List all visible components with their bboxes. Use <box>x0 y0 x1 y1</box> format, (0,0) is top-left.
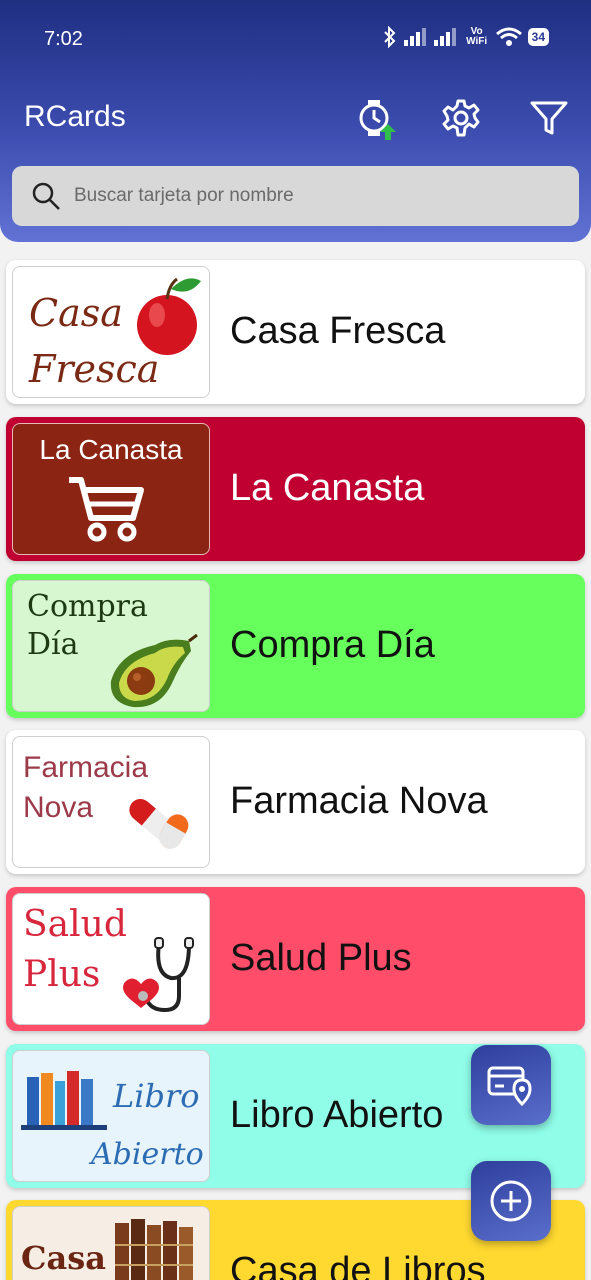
settings-button[interactable] <box>439 96 483 140</box>
card-name: Farmacia Nova <box>230 780 488 822</box>
stethoscope-icon <box>123 937 194 1013</box>
logo-text: La Canasta <box>39 434 183 465</box>
apple-icon <box>137 277 201 355</box>
logo-text: Plus <box>23 954 101 995</box>
books-icon <box>21 1071 107 1130</box>
bluetooth-icon <box>383 26 396 48</box>
logo-text: Casa <box>21 1239 106 1277</box>
add-card-button[interactable] <box>471 1161 551 1241</box>
filter-icon <box>530 101 568 135</box>
card-locations-button[interactable] <box>471 1045 551 1125</box>
pills-icon <box>129 798 189 849</box>
status-bar: 7:02 Vo WiFi 34 <box>0 22 591 56</box>
app-title: RCards <box>24 100 126 133</box>
card-la-canasta[interactable]: La Canasta La Canasta <box>6 417 585 561</box>
logo-text: Día <box>27 627 79 662</box>
card-farmacia-nova[interactable]: Farmacia Nova Farmacia Nova <box>6 730 585 874</box>
card-name: Compra Día <box>230 624 435 666</box>
logo-text: Casa <box>29 291 123 335</box>
card-salud-plus[interactable]: Salud Plus Salud Plus <box>6 887 585 1031</box>
logo-text: Abierto <box>91 1137 204 1172</box>
signal-icon <box>433 28 456 46</box>
app-header: 7:02 Vo WiFi 34 RCards <box>0 0 591 242</box>
search-bar[interactable] <box>12 166 579 226</box>
search-input[interactable] <box>74 185 554 207</box>
card-logo: Compra Día <box>12 580 210 712</box>
card-compra-dia[interactable]: Compra Día Compra Día <box>6 574 585 718</box>
old-books-icon <box>115 1219 193 1280</box>
card-name: La Canasta <box>230 467 425 509</box>
card-logo: Casa <box>12 1206 210 1280</box>
signal-icon <box>403 28 426 46</box>
wifi-icon <box>495 27 522 46</box>
battery-indicator: 34 <box>527 28 549 46</box>
card-name: Casa de Libros <box>230 1250 486 1280</box>
card-casa-fresca[interactable]: Casa Fresca Casa Fresca <box>6 260 585 404</box>
card-location-icon <box>487 1066 532 1107</box>
watch-sync-button[interactable] <box>354 96 398 140</box>
logo-text: Nova <box>23 791 94 824</box>
logo-text: Compra <box>27 589 148 624</box>
vowifi-label: Vo WiFi <box>466 26 488 47</box>
logo-text: Farmacia <box>23 751 149 784</box>
status-icons: Vo WiFi 34 <box>382 26 549 48</box>
add-icon <box>490 1180 532 1222</box>
avocado-icon <box>110 633 198 708</box>
card-name: Libro Abierto <box>230 1094 444 1136</box>
status-time: 7:02 <box>44 28 83 50</box>
card-logo: Libro Abierto <box>12 1050 210 1182</box>
watch-sync-icon <box>359 100 396 140</box>
card-name: Salud Plus <box>230 937 412 979</box>
card-logo: La Canasta <box>12 423 210 555</box>
card-name: Casa Fresca <box>230 310 446 352</box>
card-logo: Farmacia Nova <box>12 736 210 868</box>
filter-button[interactable] <box>527 96 571 140</box>
search-icon <box>32 182 60 210</box>
card-logo: Salud Plus <box>12 893 210 1025</box>
gear-icon <box>442 99 480 137</box>
logo-text: Libro <box>113 1077 200 1115</box>
card-logo: Casa Fresca <box>12 266 210 398</box>
logo-text: Salud <box>23 904 127 945</box>
shopping-cart-icon <box>69 477 144 542</box>
